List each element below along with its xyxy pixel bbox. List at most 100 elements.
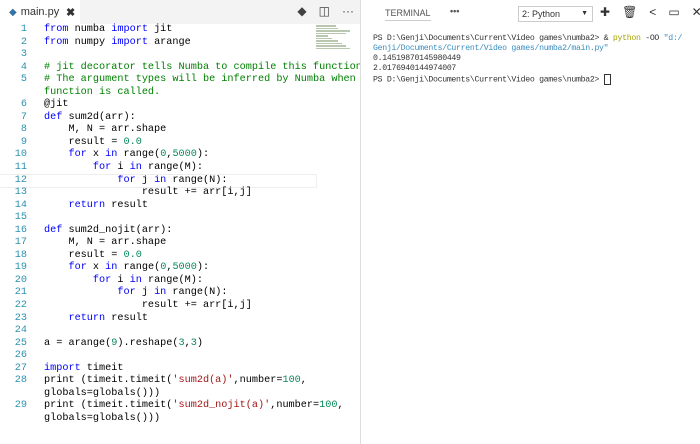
line-number: 26: [14, 350, 27, 362]
code-line[interactable]: 19 for x in range(0,5000):: [0, 262, 316, 275]
code-token: jit: [147, 24, 173, 35]
code-token: j: [135, 287, 155, 299]
code-line[interactable]: 6 @jit: [0, 99, 316, 112]
code-token: range(: [117, 262, 161, 274]
line-number: 19: [14, 262, 27, 274]
close-tab-icon[interactable]: ✖: [66, 6, 75, 19]
code-token: in: [105, 262, 118, 274]
code-token: ,: [300, 375, 307, 387]
code-line[interactable]: 20 for i in range(M):: [0, 275, 316, 288]
code-line[interactable]: 5 # The argument types will be inferred b…: [0, 74, 356, 87]
line-number: 15: [14, 212, 27, 224]
line-number: 9: [20, 136, 27, 148]
minimap[interactable]: [316, 24, 352, 64]
tab-label: main.py: [20, 6, 60, 18]
code-line[interactable]: 4 # jit decorator tells Numba to compile …: [0, 61, 368, 75]
code-line[interactable]: 1 from numba import jit: [0, 24, 316, 37]
close-panel-icon[interactable]: ✕: [692, 5, 700, 19]
code-line[interactable]: 21 for j in range(N):: [0, 287, 316, 300]
code-token: x: [86, 262, 106, 274]
code-line[interactable]: 11 for i in range(M):: [0, 162, 316, 175]
code-line[interactable]: 14 return result: [0, 200, 316, 213]
line-number: 7: [20, 111, 27, 123]
terminal-cursor: [603, 74, 611, 85]
code-line[interactable]: 28 print (timeit.timeit('sum2d(a)',number…: [0, 375, 316, 388]
code-line[interactable]: 18 result = 0.0: [0, 250, 316, 263]
code-token: sum2d_nojit(arr):: [62, 224, 173, 236]
split-editor-icon[interactable]: ◫: [319, 4, 330, 18]
code-token: import: [111, 24, 148, 35]
line-number: 21: [14, 287, 27, 299]
line-number: 23: [14, 312, 27, 324]
code-line[interactable]: 9 result = 0.0: [0, 137, 316, 150]
code-token: for: [92, 162, 112, 174]
code-line[interactable]: 7 def sum2d(arr):: [0, 112, 316, 125]
code-token: sum2d(arr):: [62, 111, 136, 123]
terminal-select[interactable]: 2: Python ▼: [518, 6, 593, 22]
editor-tab-bar: ◆ main.py ✖ ◆ ◫ ···: [0, 0, 360, 24]
code-line[interactable]: 12 for j in range(N):: [0, 173, 317, 189]
maximize-panel-icon[interactable]: ▭: [668, 5, 679, 19]
code-token: def: [44, 224, 63, 236]
dropdown-arrow-icon: ▼: [581, 10, 588, 17]
code-token: return: [68, 312, 106, 324]
code-token: numpy: [68, 36, 112, 48]
code-line[interactable]: 24: [0, 325, 316, 338]
code-line[interactable]: 10 for x in range(0,5000):: [0, 149, 316, 162]
line-number: 14: [14, 199, 27, 211]
code-line[interactable]: function is called.: [0, 87, 316, 100]
line-number: 6: [20, 99, 27, 111]
code-area[interactable]: 1 from numba import jit 2 from numpy import…: [0, 24, 368, 426]
line-number: 25: [14, 337, 27, 349]
more-actions-icon[interactable]: ···: [342, 4, 354, 18]
code-token: 'sum2d_nojit(a)': [172, 400, 271, 412]
code-token: for: [117, 174, 136, 186]
tab-main-py[interactable]: ◆ main.py ✖: [0, 0, 80, 24]
code-line[interactable]: 17 M, N = arr.shape: [0, 237, 316, 250]
code-line[interactable]: 15: [0, 212, 316, 225]
chevron-left-icon[interactable]: <: [649, 5, 656, 19]
code-token: numba: [68, 24, 112, 35]
line-number: 5: [20, 74, 27, 86]
code-line[interactable]: 25 a = arange(9).reshape(3,3): [0, 338, 316, 351]
new-terminal-icon[interactable]: ✚: [600, 5, 610, 19]
code-line[interactable]: 26: [0, 350, 316, 363]
tab-terminal[interactable]: TERMINAL: [385, 8, 431, 21]
kill-terminal-icon[interactable]: 🗑: [622, 5, 637, 19]
code-token: in: [154, 174, 167, 186]
python-file-icon: ◆: [9, 6, 17, 18]
code-token: # The argument types will be inferred by…: [44, 74, 356, 86]
code-line[interactable]: 23 return result: [0, 313, 316, 326]
open-changes-icon[interactable]: ◆: [297, 4, 306, 18]
line-number: 3: [20, 49, 27, 61]
line-number: 20: [14, 274, 27, 286]
code-line[interactable]: globals=globals())): [0, 388, 316, 401]
more-icon[interactable]: •••: [450, 6, 459, 16]
code-line[interactable]: 3: [0, 49, 316, 62]
code-token: for: [92, 274, 112, 286]
code-line[interactable]: 22 result += arr[i,j]: [0, 300, 316, 313]
code-token: globals=globals())): [44, 387, 161, 399]
code-token: range(M):: [141, 162, 203, 174]
code-line[interactable]: 16 def sum2d_nojit(arr):: [0, 225, 316, 238]
code-line[interactable]: 27 import timeit: [0, 363, 316, 376]
line-number: 11: [14, 162, 27, 174]
code-line[interactable]: 29 print (timeit.timeit('sum2d_nojit(a)',…: [0, 400, 344, 413]
code-token: for: [68, 262, 87, 274]
code-line[interactable]: 8 M, N = arr.shape: [0, 124, 316, 137]
code-line[interactable]: 13 result += arr[i,j]: [0, 187, 316, 200]
line-number: 27: [14, 362, 27, 374]
line-number: 22: [14, 300, 27, 312]
code-token: 0.0: [123, 249, 142, 261]
code-line[interactable]: globals=globals())): [0, 413, 316, 426]
prompt: PS D:\Genji\Documents\Current\Video game…: [373, 75, 604, 85]
terminal-output[interactable]: PS D:\Genji\Documents\Current\Video game…: [373, 34, 682, 86]
code-token: range(N):: [166, 174, 228, 186]
line-number: 4: [20, 61, 27, 73]
code-token: in: [105, 149, 118, 161]
code-line[interactable]: 2 from numpy import arange: [0, 37, 316, 50]
